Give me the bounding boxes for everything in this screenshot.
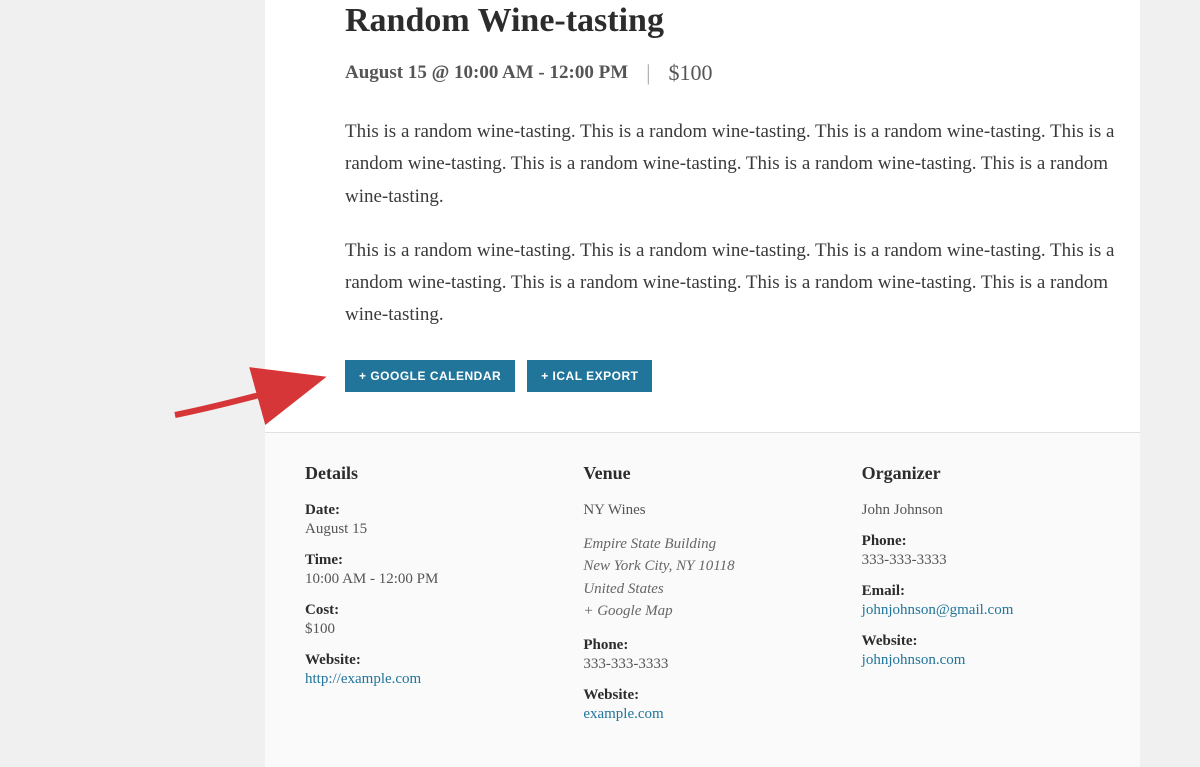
description-paragraph: This is a random wine-tasting. This is a… [345, 116, 1120, 213]
event-price: $100 [669, 60, 713, 86]
address-line: Empire State Building [583, 533, 821, 556]
venue-website-label: Website: [583, 687, 821, 704]
organizer-phone-label: Phone: [862, 533, 1100, 550]
organizer-email-link[interactable]: johnjohnson@gmail.com [862, 602, 1100, 619]
organizer-website-link[interactable]: johnjohnson.com [862, 652, 1100, 669]
organizer-email-label: Email: [862, 583, 1100, 600]
details-heading: Details [305, 463, 543, 484]
venue-name: NY Wines [583, 502, 821, 519]
cost-value: $100 [305, 621, 543, 638]
event-meta: August 15 @ 10:00 AM - 12:00 PM | $100 [345, 60, 1120, 86]
venue-phone-label: Phone: [583, 637, 821, 654]
ical-export-button[interactable]: + ICAL EXPORT [527, 360, 652, 392]
google-calendar-button[interactable]: + GOOGLE CALENDAR [345, 360, 515, 392]
date-value: August 15 [305, 521, 543, 538]
venue-website-link[interactable]: example.com [583, 706, 821, 723]
address-line: New York City, NY 10118 [583, 555, 821, 578]
organizer-website-label: Website: [862, 633, 1100, 650]
venue-heading: Venue [583, 463, 821, 484]
venue-address: Empire State Building New York City, NY … [583, 533, 821, 623]
details-section: Details Date: August 15 Time: 10:00 AM -… [265, 432, 1140, 767]
time-label: Time: [305, 552, 543, 569]
organizer-heading: Organizer [862, 463, 1100, 484]
address-line: United States [583, 578, 821, 601]
google-map-link[interactable]: + Google Map [583, 600, 821, 623]
venue-phone-value: 333-333-3333 [583, 656, 821, 673]
website-label: Website: [305, 652, 543, 669]
event-description: This is a random wine-tasting. This is a… [345, 116, 1120, 332]
time-value: 10:00 AM - 12:00 PM [305, 571, 543, 588]
event-title: Random Wine-tasting [345, 2, 1120, 40]
organizer-name: John Johnson [862, 502, 1100, 519]
organizer-phone-value: 333-333-3333 [862, 552, 1100, 569]
date-label: Date: [305, 502, 543, 519]
meta-divider: | [646, 60, 650, 86]
details-column: Details Date: August 15 Time: 10:00 AM -… [305, 463, 543, 737]
cost-label: Cost: [305, 602, 543, 619]
venue-column: Venue NY Wines Empire State Building New… [583, 463, 821, 737]
event-datetime: August 15 @ 10:00 AM - 12:00 PM [345, 62, 628, 84]
organizer-column: Organizer John Johnson Phone: 333-333-33… [862, 463, 1100, 737]
description-paragraph: This is a random wine-tasting. This is a… [345, 235, 1120, 332]
export-buttons: + GOOGLE CALENDAR + ICAL EXPORT [345, 360, 1120, 392]
website-link[interactable]: http://example.com [305, 671, 543, 688]
